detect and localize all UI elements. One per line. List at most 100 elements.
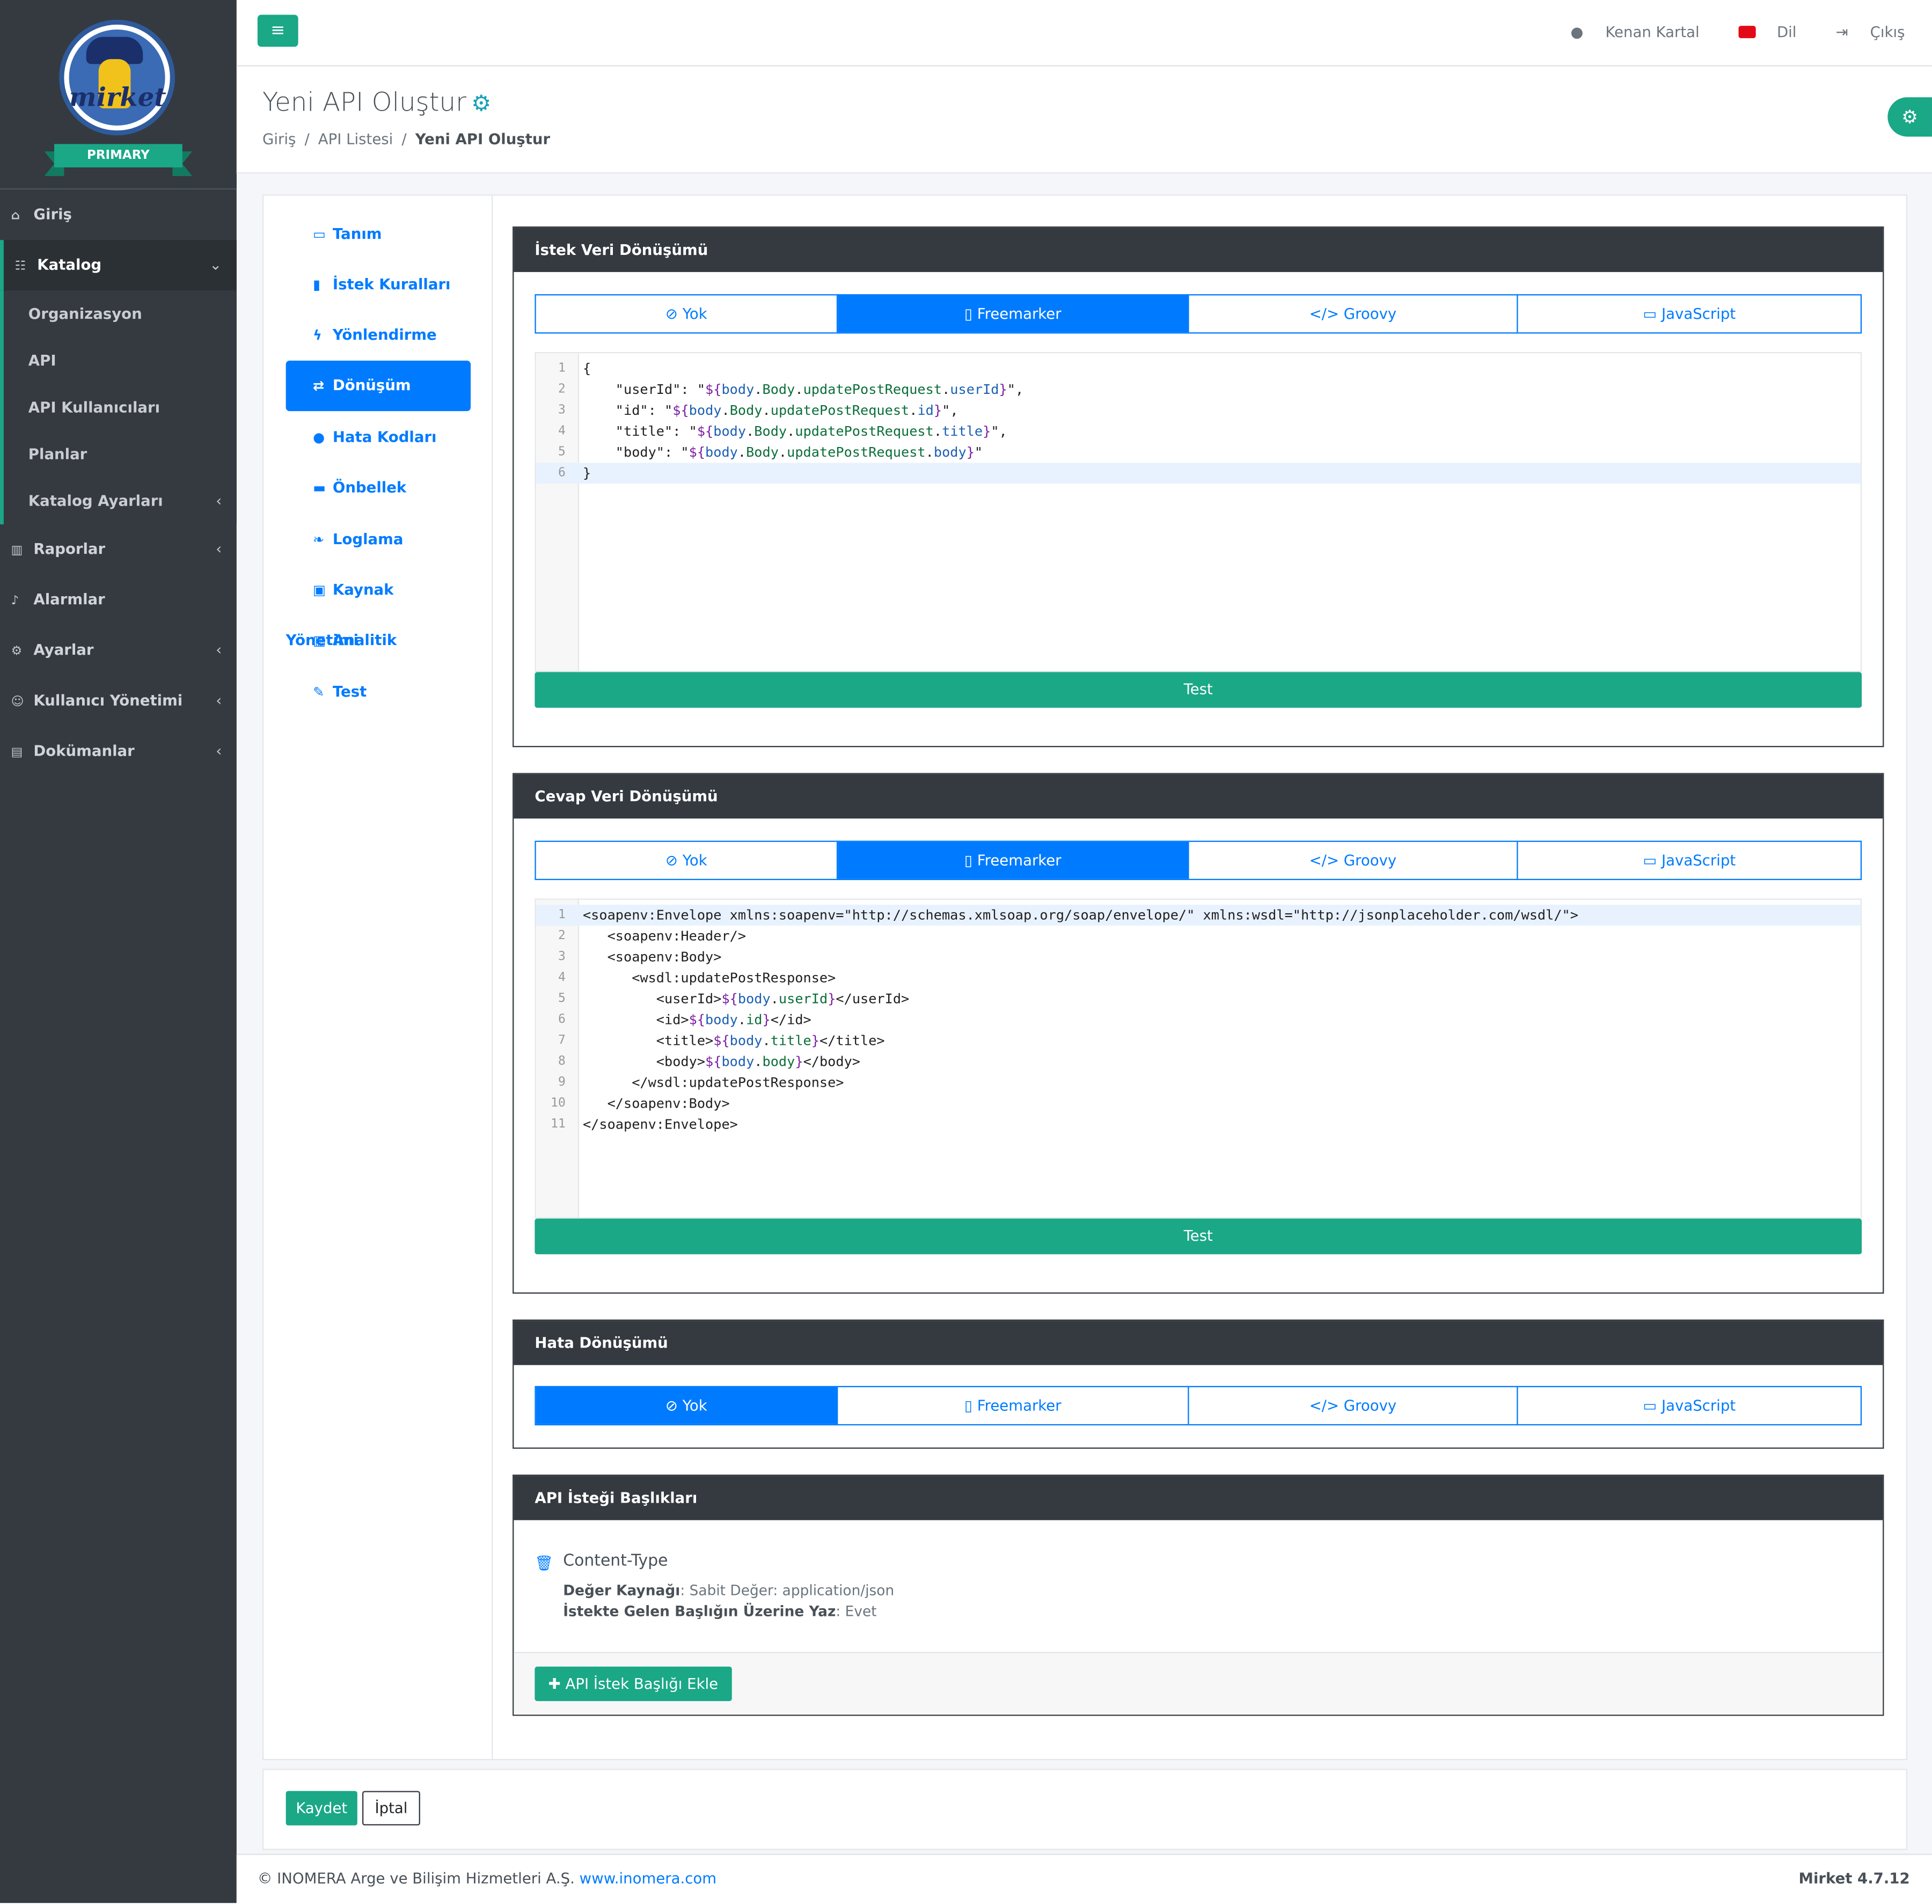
logout-link[interactable]: ⇥ Çıkış [1818,24,1905,41]
file-icon: ▯ [964,852,977,869]
pencil-icon: ✎ [313,684,325,701]
header-override: İstekte Gelen Başlığın Üzerine Yaz: Evet [563,1602,877,1620]
laptop-code-icon: ▭ [1643,852,1662,869]
settings-drawer-button[interactable]: ⚙ [1887,97,1932,137]
sidebar-item-giris[interactable]: ⌂ Giriş [0,189,237,240]
panel-title: Cevap Veri Dönüşümü [514,774,1883,819]
gears-icon: ⚙ [471,91,492,117]
page-footer: © INOMERA Arge ve Bilişim Hizmetleri A.Ş… [236,1854,1932,1904]
laptop-code-icon: ▭ [1643,305,1662,323]
sidebar-item-api-users[interactable]: API Kullanıcıları [4,384,237,431]
option-freemarker[interactable]: ▯ Freemarker [838,841,1189,879]
tab-kaynak-yonetimi[interactable]: ▣ Kaynak Yönetimi [286,565,471,649]
option-yok[interactable]: ⊘ Yok [536,1387,838,1424]
users-icon: ☺ [11,695,24,709]
id-card-icon: ▭ [313,226,326,243]
sidebar-item-katalog[interactable]: ☷ Katalog ⌄ [0,240,237,291]
sidebar-item-raporlar[interactable]: ▥ Raporlar ‹ [0,524,237,575]
form-actions: Kaydet İptal [262,1769,1908,1850]
home-icon: ⌂ [11,209,20,223]
request-transform-type-selector: ⊘ Yok ▯ Freemarker </> Groovy ▭ JavaScri… [535,294,1862,334]
tab-test[interactable]: ✎ Test [286,667,471,717]
tab-onbellek[interactable]: ▬ Önbellek [286,463,471,513]
request-test-button[interactable]: Test [535,672,1862,708]
request-code-editor[interactable]: 1{ 2 "userId": "${body.Body.updatePostRe… [535,351,1862,672]
sidebar-item-alarmlar[interactable]: ♪ Alarmlar [0,575,237,625]
sidebar-item-katalog-ayarlari[interactable]: Katalog Ayarları ‹ [4,478,237,524]
user-icon: ● [1570,23,1584,41]
api-headers-panel: API İsteği Başlıkları 🗑 Content-Type Değ… [513,1474,1884,1716]
sidebar-item-ayarlar[interactable]: ⚙ Ayarlar ‹ [0,625,237,676]
tab-yonlendirme[interactable]: ϟ Yönlendirme [286,310,471,361]
company-link[interactable]: www.inomera.com [580,1870,716,1887]
memory-icon: ▬ [313,480,326,496]
option-javascript[interactable]: ▭ JavaScript [1518,295,1861,332]
response-test-button[interactable]: Test [535,1218,1862,1255]
error-transform-type-selector: ⊘ Yok ▯ Freemarker </> Groovy ▭ JavaScri… [535,1386,1862,1426]
content-header: Yeni API Oluştur ⚙ Giriş / API Listesi / Yeni… [236,66,1932,174]
response-transform-panel: Cevap Veri Dönüşümü ⊘ Yok ▯ Freemarker <… [513,773,1884,1294]
code-icon: </> [1309,852,1344,869]
brand-logo[interactable]: mirket PRIMARY [0,0,237,190]
option-yok[interactable]: ⊘ Yok [536,295,838,333]
add-header-button[interactable]: ✚ API İstek Başlığı Ekle [535,1666,732,1701]
exchange-icon: ⇄ [313,378,325,394]
option-groovy[interactable]: </> Groovy [1189,841,1518,879]
breadcrumb-giris[interactable]: Giriş [262,130,296,148]
tab-istek-kurallari[interactable]: ▮ İstek Kuralları [286,260,471,310]
version-label: Mirket 4.7.12 [1798,1870,1910,1887]
menu-toggle-button[interactable]: ≡ [257,14,298,47]
ban-icon: ⊘ [665,1397,683,1415]
sidebar-item-organizasyon[interactable]: Organizasyon [4,290,237,337]
trash-icon[interactable]: 🗑 [535,1555,553,1572]
response-code-editor[interactable]: 1 <soapenv:Envelope xmlns:soapenv="http:/… [535,898,1862,1219]
option-javascript[interactable]: ▭ JavaScript [1518,1387,1861,1424]
tab-donusum[interactable]: ⇄ Dönüşüm [286,361,471,412]
laptop-code-icon: ▭ [1643,1397,1662,1415]
cancel-button[interactable]: İptal [362,1791,420,1826]
option-javascript[interactable]: ▭ JavaScript [1518,842,1861,879]
panel-title: İstek Veri Dönüşümü [514,228,1883,272]
chart-icon: ▥ [313,632,326,649]
sidebar-item-kullanici-yonetimi[interactable]: ☺ Kullanıcı Yönetimi ‹ [0,676,237,726]
tab-tanim[interactable]: ▭ Tanım [286,209,471,260]
sidebar-item-dokumanlar[interactable]: ▤ Dokümanlar ‹ [0,726,237,777]
breadcrumb-api-listesi[interactable]: API Listesi [318,130,393,148]
plus-icon: ✚ [548,1675,566,1693]
page-title: Yeni API Oluştur ⚙ [262,87,492,117]
logo-text: mirket [69,81,166,112]
tab-hata-kodlari[interactable]: ● Hata Kodları [286,412,471,463]
option-freemarker[interactable]: ▯ Freemarker [838,295,1189,333]
chart-icon: ▥ [11,544,23,558]
vertical-tabs: ▭ Tanım ▮ İstek Kuralları ϟ Yönlendirme ⇄ Dö… [264,195,493,1759]
tab-analitik[interactable]: ▥ Analitik [286,616,471,666]
option-freemarker[interactable]: ▯ Freemarker [838,1387,1189,1424]
panel-title: Hata Dönüşümü [514,1321,1883,1365]
file-icon: ▮ [313,277,321,293]
bell-icon: ♪ [11,594,19,609]
copyright: © INOMERA Arge ve Bilişim Hizmetleri A.Ş… [257,1870,717,1887]
panel-title: API İsteği Başlıkları [514,1476,1883,1520]
file-icon: ▯ [964,1397,977,1415]
code-icon: </> [1309,1397,1344,1415]
sign-out-icon: ⇥ [1835,23,1848,41]
turkish-flag-icon [1738,26,1756,39]
save-button[interactable]: Kaydet [286,1791,357,1826]
sidebar-nav: ⌂ Giriş ☷ Katalog ⌄ Organizasyon API API… [0,189,237,777]
code-icon: </> [1309,305,1344,323]
gears-icon: ⚙ [1901,106,1919,128]
sidebar-item-planlar[interactable]: Planlar [4,431,237,478]
sidebar: mirket PRIMARY ⌂ Giriş ☷ Katalog ⌄ Organ… [0,0,237,1903]
tab-loglama[interactable]: ❧ Loglama [286,515,471,565]
file-icon: ▯ [964,305,977,323]
option-groovy[interactable]: </> Groovy [1189,295,1518,333]
option-groovy[interactable]: </> Groovy [1189,1387,1518,1424]
option-yok[interactable]: ⊘ Yok [536,841,838,879]
user-link[interactable]: ● Kenan Kartal [1553,24,1699,41]
sidebar-item-api[interactable]: API [4,337,237,384]
header-name: Content-Type [563,1552,668,1571]
language-link[interactable]: Dil [1722,24,1796,41]
hamburger-icon: ≡ [270,20,286,41]
top-navbar: ≡ ● Kenan Kartal Dil ⇥ Çıkış [236,0,1932,67]
bolt-icon: ϟ [313,327,322,343]
